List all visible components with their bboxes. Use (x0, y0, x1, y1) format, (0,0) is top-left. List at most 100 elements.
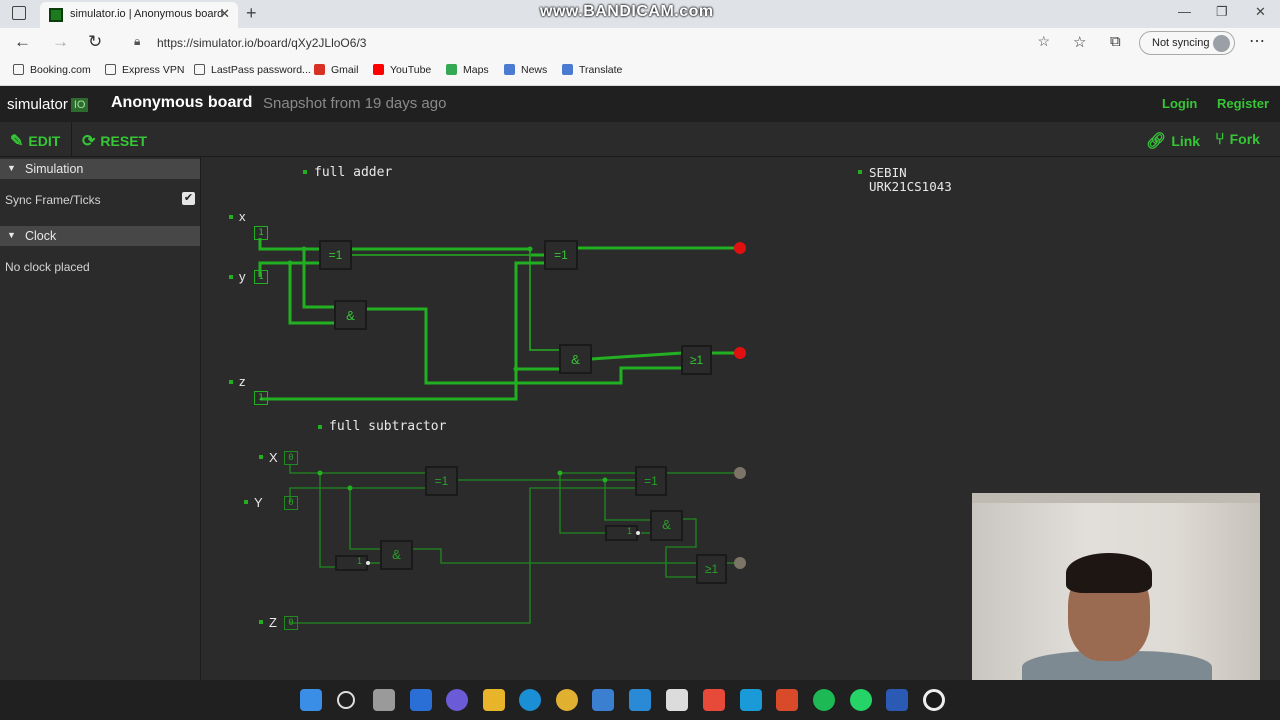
junction (557, 470, 563, 476)
gate-label: ≥1 (704, 562, 719, 576)
edit-button[interactable]: ✎ EDIT (10, 131, 60, 151)
favorite-add-icon[interactable]: ☆ (1037, 33, 1050, 50)
webcam-ceiling (972, 493, 1260, 503)
bookmark-lastpass[interactable]: LastPass password... (194, 64, 311, 76)
reset-button[interactable]: ⟳ RESET (82, 131, 147, 151)
wire (366, 307, 682, 385)
junction (513, 366, 519, 372)
bookmark-gmail[interactable]: Gmail (314, 64, 358, 76)
taskbar (0, 680, 1280, 720)
lock-icon[interactable]: 🔒︎ (134, 34, 140, 49)
collapse-icon: ▼ (7, 163, 16, 173)
collections-icon[interactable]: ⧉ (1110, 33, 1121, 50)
borrow-led[interactable] (734, 557, 746, 569)
spotify-icon[interactable] (813, 689, 835, 711)
junction (602, 477, 608, 483)
webcam-overlay (972, 493, 1260, 680)
gate-label: =1 (554, 248, 568, 262)
file-explorer-icon[interactable] (483, 689, 505, 711)
carry-led[interactable] (734, 347, 746, 359)
bookmark-translate[interactable]: Translate (562, 64, 622, 76)
browser-tab[interactable]: simulator.io | Anonymous board ✕ (40, 2, 238, 28)
dropbox-icon[interactable] (666, 689, 688, 711)
wire (349, 488, 381, 550)
label-marker (858, 170, 862, 174)
recorder-watermark: www.BANDICAM.com (540, 3, 714, 20)
page-icon (194, 64, 205, 75)
bookmark-booking[interactable]: Booking.com (13, 64, 91, 76)
input-label-Y: Y (254, 495, 263, 510)
profile-button[interactable]: Not syncing (1139, 31, 1235, 55)
switch-Z[interactable]: 0 (284, 616, 298, 630)
sum-led[interactable] (734, 242, 746, 254)
bookmark-maps[interactable]: Maps (446, 64, 489, 76)
more-menu-icon[interactable]: ⋯ (1249, 31, 1265, 51)
clock-section-header[interactable]: ▼ Clock (0, 226, 200, 246)
favorites-icon[interactable]: ☆ (1073, 33, 1086, 51)
sync-checkbox[interactable]: ✔ (182, 192, 195, 205)
label-marker (303, 170, 307, 174)
refresh-icon[interactable]: ↻ (88, 32, 102, 52)
junction (301, 246, 307, 252)
toolbar-divider (71, 122, 72, 157)
record-icon[interactable] (923, 689, 945, 711)
bookmark-express-vpn[interactable]: Express VPN (105, 64, 184, 76)
bookmark-news[interactable]: News (504, 64, 547, 76)
start-icon[interactable] (300, 689, 322, 711)
close-window-icon[interactable]: ✕ (1255, 4, 1266, 20)
widgets-icon[interactable] (410, 689, 432, 711)
forward-icon[interactable]: → (52, 32, 69, 52)
tab-actions-icon[interactable] (12, 6, 26, 20)
new-tab-icon[interactable]: + (246, 3, 257, 24)
board-toolbar: ✎ EDIT ⟳ RESET 🔗︎ Link ⑂ Fork (0, 122, 1280, 157)
switch-x[interactable]: 1 (254, 226, 268, 240)
input-label-y: y (239, 269, 246, 284)
chat-icon[interactable] (446, 689, 468, 711)
gate-label: ≥1 (689, 353, 704, 367)
edge-icon[interactable] (519, 689, 541, 711)
register-link[interactable]: Register (1217, 96, 1269, 111)
store-icon[interactable] (592, 689, 614, 711)
prime-video-icon[interactable] (740, 689, 762, 711)
input-label-x: x (239, 209, 246, 224)
mail-icon[interactable] (629, 689, 651, 711)
subtractor-title: full subtractor (329, 419, 447, 434)
bookmark-youtube[interactable]: YouTube (373, 64, 431, 76)
label-marker (229, 380, 233, 384)
fork-button[interactable]: ⑂ Fork (1215, 131, 1260, 149)
minimize-icon[interactable]: — (1178, 4, 1191, 19)
login-link[interactable]: Login (1162, 96, 1197, 111)
wire (590, 351, 683, 361)
maps-icon (446, 64, 457, 75)
url-text: https://simulator.io/board/qXy2JLloO6/3 (157, 36, 367, 50)
label-marker (229, 275, 233, 279)
search-icon[interactable] (337, 691, 355, 709)
link-button[interactable]: 🔗︎ Link (1146, 131, 1200, 151)
author-name: SEBIN (869, 165, 907, 180)
task-view-icon[interactable] (373, 689, 395, 711)
close-tab-icon[interactable]: ✕ (219, 6, 230, 22)
switch-Y[interactable]: 0 (284, 496, 298, 510)
avatar (1213, 35, 1230, 52)
office-icon[interactable] (776, 689, 798, 711)
link-icon: 🔗︎ (1146, 133, 1167, 150)
switch-y[interactable]: 1 (254, 270, 268, 284)
chrome-icon[interactable] (556, 689, 578, 711)
wire (289, 487, 426, 502)
browser-tab-bar: simulator.io | Anonymous board ✕ + www.B… (0, 0, 1280, 28)
whatsapp-icon[interactable] (850, 689, 872, 711)
youtube-icon (373, 64, 384, 75)
simulation-section-header[interactable]: ▼ Simulation (0, 159, 200, 179)
url-field[interactable]: 🔒︎ https://simulator.io/board/qXy2JLloO6… (120, 32, 1060, 54)
difference-led[interactable] (734, 467, 746, 479)
app-logo[interactable]: simulator IO (7, 96, 89, 113)
app-icon[interactable] (703, 689, 725, 711)
switch-X[interactable]: 0 (284, 451, 298, 465)
switch-z[interactable]: 1 (254, 391, 268, 405)
snapshot-info: Snapshot from 19 days ago (263, 95, 447, 112)
wire (559, 473, 607, 534)
maximize-icon[interactable]: ❐ (1216, 4, 1228, 20)
back-icon[interactable]: ← (14, 32, 31, 52)
address-bar-row: ← → ↻ 🔒︎ https://simulator.io/board/qXy2… (0, 28, 1280, 58)
word-icon[interactable] (886, 689, 908, 711)
